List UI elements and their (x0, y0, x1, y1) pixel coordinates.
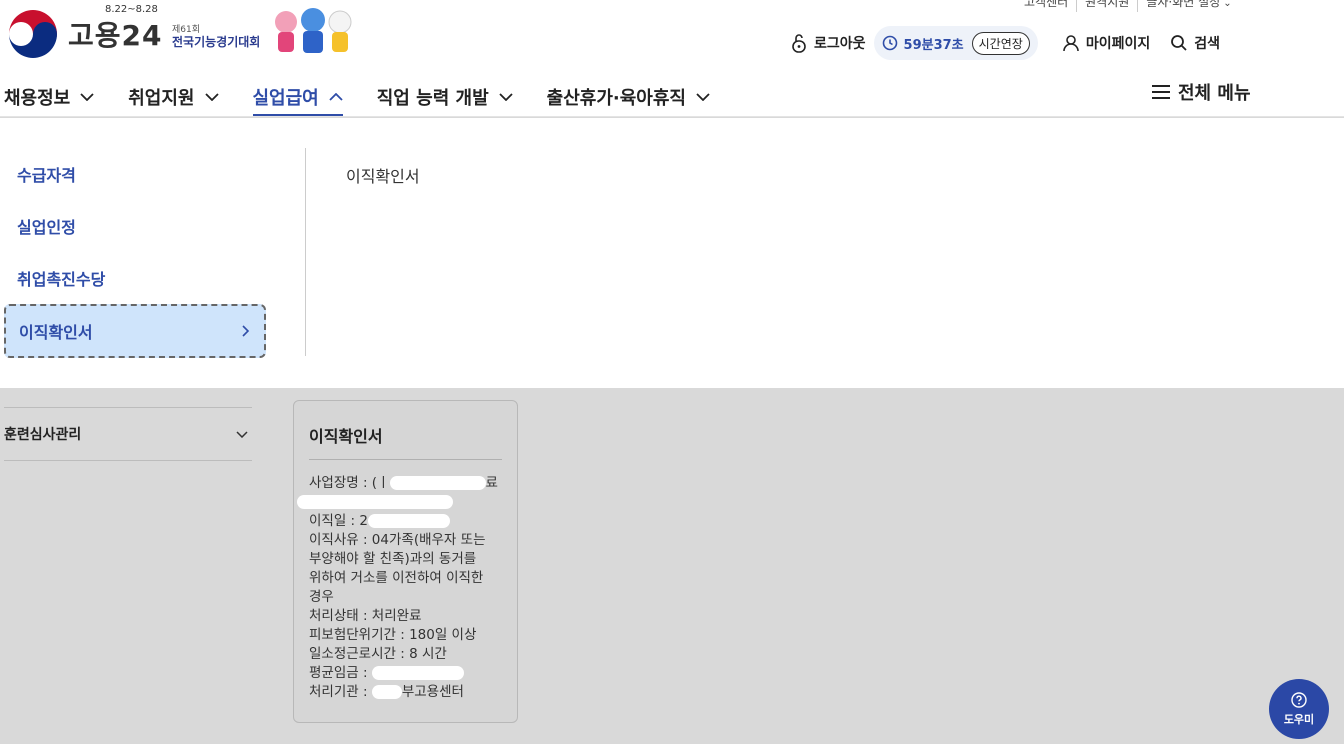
submenu-item-unemployment-recognition[interactable]: 실업인정 (4, 200, 266, 252)
gnb-label: 실업급여 (252, 88, 319, 109)
submenu-label: 수급자격 (17, 166, 76, 185)
submenu-label: 이직확인서 (19, 323, 93, 342)
mypage-label: 마이페이지 (1085, 36, 1151, 52)
chevron-down-icon (696, 93, 710, 101)
submenu-item-separation-confirmation[interactable]: 이직확인서 (4, 304, 266, 358)
avg-wage-label: 평균임금 : (309, 665, 368, 681)
workplace-row-2 (297, 493, 502, 512)
clock-icon (882, 35, 897, 51)
workplace-tail: 료 (485, 475, 498, 491)
redacted-mask (297, 495, 453, 509)
question-circle-icon (1291, 691, 1307, 708)
session-timer: 59분37초 시간연장 (873, 26, 1038, 60)
utility-links: 고객센터 원격지원 글자·화면 설정 ⌄ (1024, 0, 1240, 12)
workplace-row: 사업장명 : (ㅣ 료 (309, 474, 502, 493)
submenu-label: 취업촉진수당 (17, 270, 106, 289)
menu-divider (305, 148, 306, 356)
chevron-down-icon (499, 93, 513, 101)
user-icon (1063, 35, 1079, 52)
agency-tail: 부고용센터 (401, 684, 464, 700)
insured-period-row: 피보험단위기간 : 180일 이상 (309, 627, 477, 643)
search-label: 검색 (1194, 36, 1220, 52)
avg-wage-row: 평균임금 : (309, 664, 502, 683)
logo-text: 고용24 (68, 19, 163, 52)
chevron-right-icon (242, 325, 250, 337)
gnb-label: 직업 능력 개발 (376, 88, 489, 109)
mypage-button[interactable]: 마이페이지 (1062, 33, 1150, 53)
helper-label: 도우미 (1283, 712, 1315, 726)
event-title: 전국기능경기대회 (172, 35, 261, 49)
chevron-down-icon (80, 93, 94, 101)
gnb-label: 채용정보 (4, 88, 71, 109)
mega-menu-panel: 수급자격 실업인정 취업촉진수당 이직확인서 이직확인서 (0, 118, 1344, 388)
leave-date-row: 이직일 : 2 (309, 512, 502, 531)
search-button[interactable]: 검색 (1170, 33, 1220, 53)
agency-label: 처리기관 : (309, 684, 368, 700)
submenu-item-eligibility[interactable]: 수급자격 (4, 148, 266, 200)
all-menu-label: 전체 메뉴 (1178, 83, 1251, 104)
logout-label: 로그아웃 (814, 36, 866, 52)
search-icon (1171, 35, 1187, 51)
text-screen-settings-link[interactable]: 글자·화면 설정 ⌄ (1137, 0, 1239, 12)
header-actions: 로그아웃 59분37초 시간연장 마이페이지 검색 (790, 25, 1220, 61)
gnb-vocational-training[interactable]: 직업 능력 개발 (377, 78, 513, 116)
timer-value: 59분37초 (903, 37, 964, 53)
submenu-label: 실업인정 (17, 218, 76, 237)
helper-button[interactable]: 도우미 (1269, 679, 1329, 739)
gnb-maternity-parental-leave[interactable]: 출산휴가·육아휴직 (547, 78, 710, 116)
hamburger-menu-icon (1152, 85, 1170, 99)
submenu-item-reemployment-allowance[interactable]: 취업촉진수당 (4, 252, 266, 304)
gnb-job-info[interactable]: 채용정보 (4, 78, 94, 116)
taegeuk-emblem-icon (9, 10, 57, 58)
chevron-down-icon: ⌄ (1223, 0, 1232, 9)
gnb-employment-support[interactable]: 취업지원 (128, 78, 219, 116)
third-level-item-separation-confirmation[interactable]: 이직확인서 (346, 163, 420, 187)
side-menu-training-review[interactable]: 훈련심사관리 (4, 407, 252, 461)
chevron-down-icon (236, 430, 248, 438)
redacted-mask (371, 685, 402, 699)
redacted-mask (371, 666, 464, 680)
extend-session-button[interactable]: 시간연장 (971, 31, 1030, 55)
card-body: 사업장명 : (ㅣ 료 이직일 : 2 이직사유 : 04가족(배우자 또는 부양… (297, 474, 502, 702)
gnb-label: 출산휴가·육아휴직 (546, 88, 686, 109)
submenu-list: 수급자격 실업인정 취업촉진수당 이직확인서 (4, 148, 266, 358)
logout-button[interactable]: 로그아웃 (790, 33, 866, 53)
site-header: 고객센터 원격지원 글자·화면 설정 ⌄ 고용24 8.22~8.28 제61회 … (0, 0, 1344, 117)
reason-row: 이직사유 : 04가족(배우자 또는 부양해야 할 친족)과의 동거를 위하여 … (309, 532, 486, 605)
customer-center-link[interactable]: 고객센터 (1024, 0, 1076, 12)
gnb-unemployment-benefit[interactable]: 실업급여 (252, 78, 344, 116)
workplace-label: 사업장명 : (ㅣ (309, 475, 390, 491)
gnb-label: 취업지원 (128, 88, 195, 109)
leave-date-label: 이직일 : 2 (309, 513, 368, 529)
chevron-up-icon (329, 93, 343, 101)
site-logo[interactable]: 고용24 (8, 9, 163, 59)
agency-row: 처리기관 : 부고용센터 (309, 683, 502, 702)
all-menu-button[interactable]: 전체 메뉴 (1152, 78, 1251, 106)
mascot-characters-icon (275, 8, 352, 53)
event-date: 8.22~8.28 (105, 4, 158, 15)
remote-support-link[interactable]: 원격지원 (1076, 0, 1137, 12)
status-row: 처리상태 : 처리완료 (309, 608, 422, 624)
lock-icon (792, 34, 806, 53)
separation-confirmation-card: 이직확인서 사업장명 : (ㅣ 료 이직일 : 2 이직사유 : 04가족(배우자… (293, 400, 518, 723)
card-title: 이직확인서 (309, 423, 502, 460)
redacted-mask (367, 514, 450, 528)
redacted-mask (389, 476, 486, 490)
main-navigation: 채용정보 취업지원 실업급여 직업 능력 개발 출산휴가·육아휴직 (4, 78, 744, 116)
work-hours-row: 일소정근로시간 : 8 시간 (309, 646, 447, 662)
chevron-down-icon (204, 93, 219, 101)
side-menu-label: 훈련심사관리 (4, 427, 82, 443)
